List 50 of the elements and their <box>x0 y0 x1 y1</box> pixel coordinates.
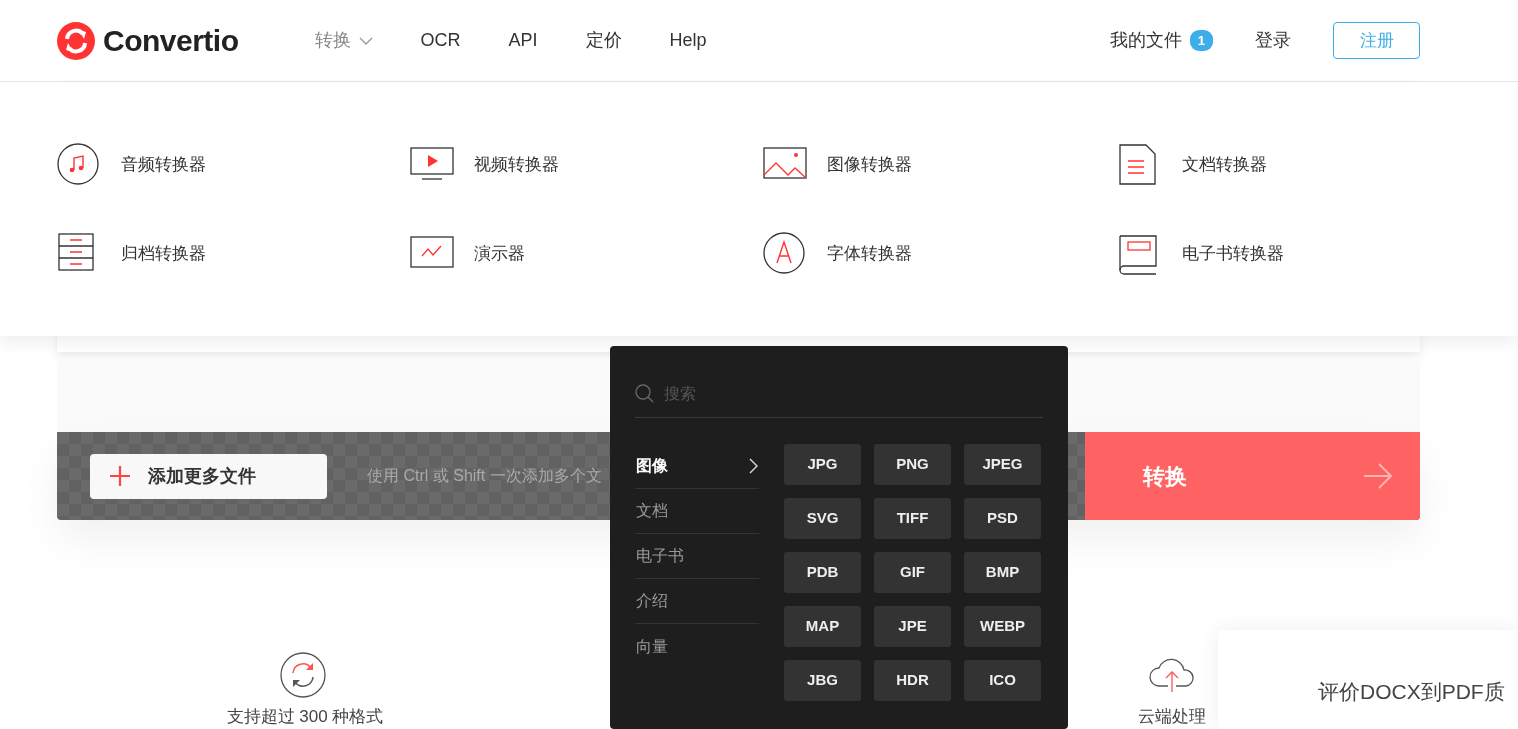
logo[interactable]: Convertio <box>57 18 239 63</box>
count-badge: 1 <box>1189 29 1213 52</box>
format-button[interactable]: HDR <box>874 660 951 701</box>
arrow-right-icon <box>1364 462 1392 490</box>
format-button[interactable]: JPEG <box>964 444 1041 485</box>
plus-icon <box>110 466 130 486</box>
category-item[interactable]: 介绍 <box>635 579 759 624</box>
nav-link[interactable]: Help <box>669 27 707 54</box>
format-button[interactable]: PNG <box>874 444 951 485</box>
logo-icon <box>57 21 95 60</box>
menu-item[interactable]: 电子书转换器 <box>1118 232 1418 276</box>
category-item[interactable]: 向量 <box>635 624 759 669</box>
letter-circle-icon <box>763 232 807 276</box>
feature-label: 云端处理 <box>1138 706 1206 728</box>
format-button[interactable]: SVG <box>784 498 861 539</box>
menu-item[interactable]: 归档转换器 <box>57 232 410 276</box>
format-button[interactable]: TIFF <box>874 498 951 539</box>
menu-item[interactable]: 演示器 <box>410 232 763 276</box>
menu-item[interactable]: 音频转换器 <box>57 143 410 187</box>
add-files-button[interactable]: 添加更多文件 <box>90 453 327 499</box>
format-button[interactable]: MAP <box>784 606 861 647</box>
category-item[interactable]: 图像 <box>635 444 759 489</box>
format-button[interactable]: PDB <box>784 552 861 593</box>
feature-label: 支持超过 300 种格式 <box>226 706 384 728</box>
nav-link[interactable]: 定价 <box>585 27 622 54</box>
category-item[interactable]: 文档 <box>635 489 759 534</box>
chevron-right-icon <box>749 458 758 474</box>
nav-link[interactable]: API <box>508 27 538 54</box>
format-button[interactable]: ICO <box>964 660 1041 701</box>
format-button[interactable]: BMP <box>964 552 1041 593</box>
format-button[interactable]: JPG <box>784 444 861 485</box>
format-button[interactable]: JPE <box>874 606 951 647</box>
hint-text: 使用 Ctrl 或 Shift 一次添加多个文 <box>367 466 602 486</box>
category-item[interactable]: 电子书 <box>635 534 759 579</box>
format-button[interactable]: GIF <box>874 552 951 593</box>
nav-link[interactable]: OCR <box>420 27 461 54</box>
format-button[interactable]: WEBP <box>964 606 1041 647</box>
caret-icon <box>358 36 373 45</box>
login-link[interactable]: 登录 <box>1255 27 1291 54</box>
menu-item[interactable]: 字体转换器 <box>763 232 1118 276</box>
music-note-icon <box>57 143 101 187</box>
nav-link[interactable]: 转换 <box>314 27 373 54</box>
search-icon <box>635 384 654 403</box>
menu-item[interactable]: 文档转换器 <box>1118 143 1418 187</box>
rating-title: 评价DOCX到PDF质 <box>1318 680 1505 703</box>
my-files-link[interactable]: 我的文件 1 <box>1109 27 1213 54</box>
menu-item[interactable]: 图像转换器 <box>763 143 1118 187</box>
menu-item[interactable]: 视频转换器 <box>410 143 763 187</box>
format-button[interactable]: JBG <box>784 660 861 701</box>
format-button[interactable]: PSD <box>964 498 1041 539</box>
